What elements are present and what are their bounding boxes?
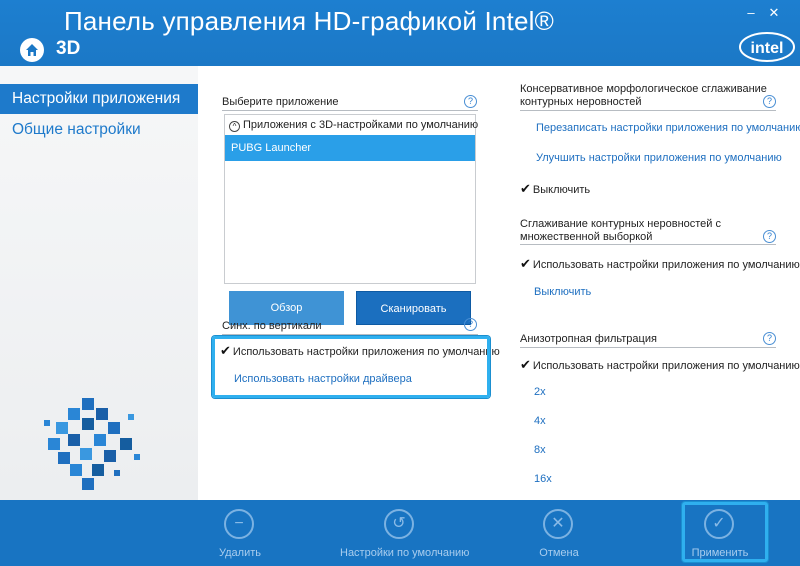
minimize-button[interactable]: – <box>742 6 760 20</box>
cancel-button[interactable]: ✕ Отмена <box>499 500 619 566</box>
cmaa-label: Консервативное морфологическое сглаживан… <box>520 83 767 108</box>
home-icon <box>26 44 38 56</box>
sidebar-item-general-settings[interactable]: Общие настройки <box>0 115 198 145</box>
option-label: Использовать настройки приложения по умо… <box>532 360 800 372</box>
bottom-toolbar: − Удалить ↺ Настройки по умолчанию ✕ Отм… <box>0 500 800 566</box>
aniso-option-8x[interactable]: 8x <box>534 444 546 456</box>
undo-icon: ↺ <box>384 509 414 539</box>
divider <box>520 110 776 111</box>
msaa-label: Сглаживание контурных неровностей с множ… <box>520 218 722 243</box>
checkmark-icon: ✔ <box>520 181 531 196</box>
aniso-option-4x[interactable]: 4x <box>534 415 546 427</box>
cube-icon <box>44 398 140 490</box>
cmaa-help-icon[interactable]: ? <box>763 95 776 108</box>
cmaa-option-enhance[interactable]: Улучшить настройки приложения по умолчан… <box>536 152 782 164</box>
delete-label: Удалить <box>219 547 261 559</box>
collapse-icon: ^ <box>229 121 240 132</box>
title-bar: Панель управления HD-графикой Intel® – ✕… <box>0 0 800 66</box>
checkmark-icon: ✔ <box>520 256 531 271</box>
close-icon: ✕ <box>543 509 573 539</box>
divider <box>222 110 478 111</box>
cancel-label: Отмена <box>539 547 579 559</box>
close-button[interactable]: ✕ <box>765 6 783 20</box>
aniso-label: Анизотропная фильтрация <box>520 333 657 345</box>
vsync-help-icon[interactable]: ? <box>464 318 477 331</box>
delete-button[interactable]: − Удалить <box>180 500 300 566</box>
section-title: 3D <box>56 38 81 59</box>
app-group-label: Приложения с 3D-настройками по умолчанию <box>243 119 479 131</box>
highlight-frame <box>682 502 768 562</box>
highlight-frame <box>212 336 490 398</box>
divider <box>520 347 776 348</box>
app-group-header[interactable]: ^ Приложения с 3D-настройками по умолчани… <box>229 119 478 132</box>
aniso-option-app-default[interactable]: ✔ Использовать настройки приложения по ум… <box>520 357 800 373</box>
app-list[interactable]: ^ Приложения с 3D-настройками по умолчани… <box>224 114 478 325</box>
vsync-label: Синх. по вертикали <box>222 320 322 332</box>
app-select-label: Выберите приложение <box>222 96 339 108</box>
home-button[interactable] <box>20 38 44 62</box>
cmaa-option-off[interactable]: ✔ Выключить <box>520 181 590 197</box>
cmaa-option-override[interactable]: Перезаписать настройки приложения по умо… <box>536 122 800 134</box>
divider <box>520 244 776 245</box>
intel-logo: intel <box>739 32 795 62</box>
sidebar: Настройки приложения Общие настройки <box>0 66 198 500</box>
main-panel: Выберите приложение ? ^ Приложения с 3D-н… <box>198 66 800 500</box>
list-item[interactable]: PUBG Launcher <box>225 135 475 161</box>
checkmark-icon: ✔ <box>520 357 531 372</box>
divider <box>222 334 478 335</box>
option-label: Использовать настройки приложения по умо… <box>532 259 800 271</box>
msaa-help-icon[interactable]: ? <box>763 230 776 243</box>
msaa-option-off[interactable]: Выключить <box>534 286 591 298</box>
scan-button[interactable]: Сканировать <box>356 291 471 325</box>
aniso-help-icon[interactable]: ? <box>763 332 776 345</box>
svg-text:intel: intel <box>751 40 784 57</box>
app-title: Панель управления HD-графикой Intel® <box>64 6 554 36</box>
app-select-help-icon[interactable]: ? <box>464 95 477 108</box>
restore-defaults-label: Настройки по умолчанию <box>340 547 470 559</box>
option-label: Выключить <box>532 184 591 196</box>
sidebar-item-app-settings[interactable]: Настройки приложения <box>0 84 198 114</box>
aniso-option-16x[interactable]: 16x <box>534 473 552 485</box>
minus-icon: − <box>224 509 254 539</box>
msaa-option-app-default[interactable]: ✔ Использовать настройки приложения по ум… <box>520 256 800 272</box>
aniso-option-2x[interactable]: 2x <box>534 386 546 398</box>
restore-defaults-button[interactable]: ↺ Настройки по умолчанию <box>340 500 470 566</box>
